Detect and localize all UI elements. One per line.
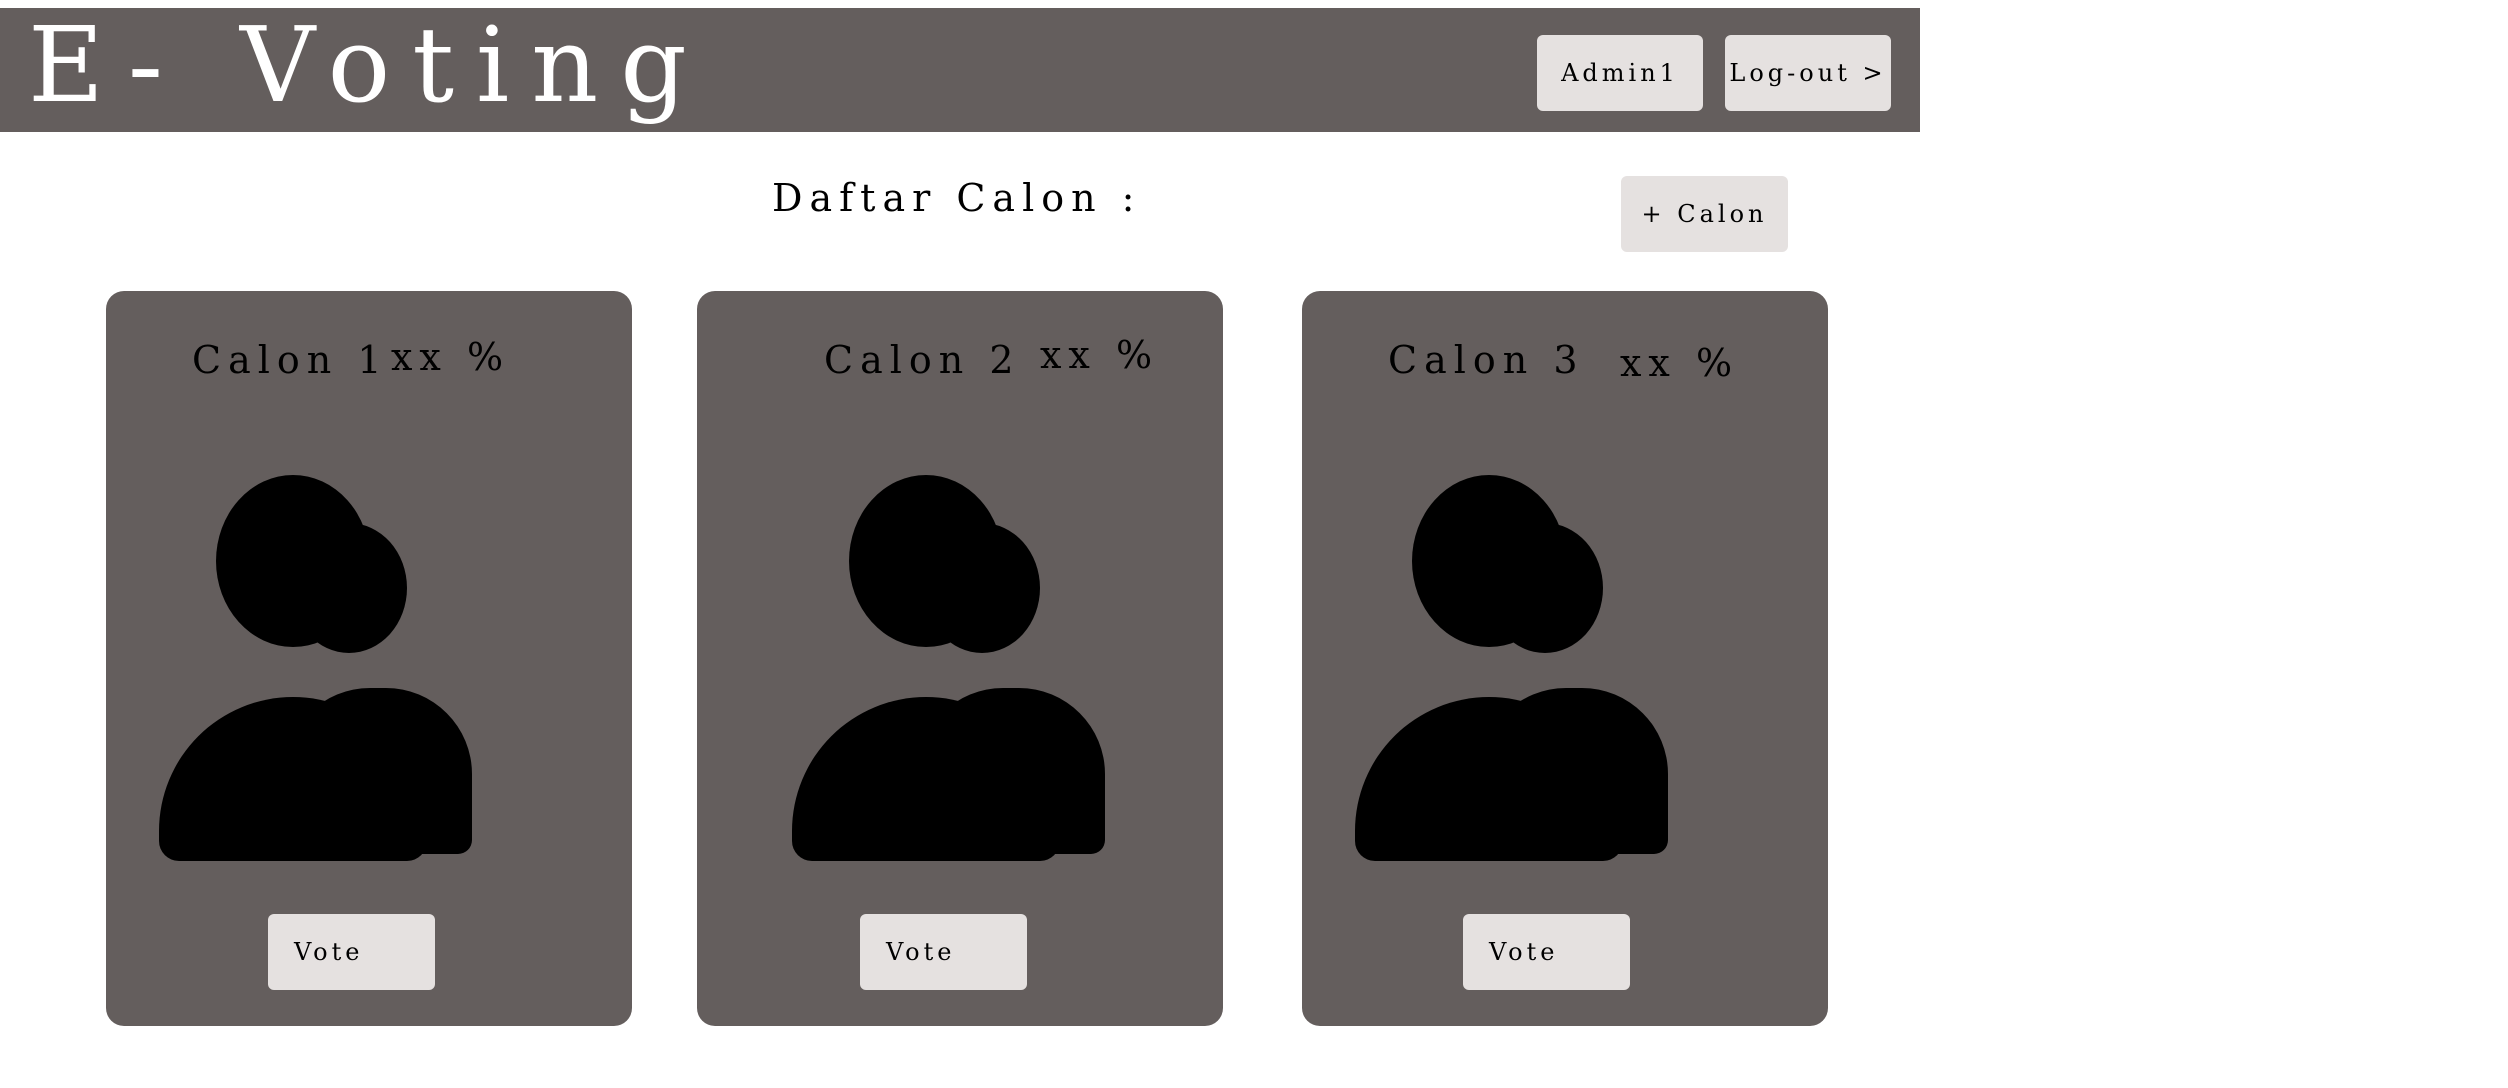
- app-header: E- Voting Admin1 Log-out >: [0, 8, 1920, 132]
- vote-button[interactable]: Vote: [1463, 914, 1630, 990]
- candidate-vote-percent: xx %: [1620, 341, 1740, 385]
- candidate-vote-percent: xx %: [1040, 333, 1160, 377]
- candidate-name: Calon 2: [824, 338, 1021, 382]
- section-title: Daftar Calon :: [772, 176, 1142, 220]
- app-title: E- Voting: [28, 4, 709, 126]
- users-icon: [1355, 475, 1668, 861]
- users-icon: [792, 475, 1105, 861]
- candidate-name: Calon 3: [1388, 338, 1585, 382]
- vote-button[interactable]: Vote: [268, 914, 435, 990]
- candidate-name: Calon 1: [192, 338, 389, 382]
- admin-account-button[interactable]: Admin1: [1537, 35, 1703, 111]
- users-icon: [159, 475, 472, 861]
- candidate-card: Calon 3 xx % Vote: [1302, 291, 1828, 1026]
- vote-button[interactable]: Vote: [860, 914, 1027, 990]
- candidate-vote-percent: xx %: [391, 335, 511, 379]
- candidate-card: Calon 1 xx % Vote: [106, 291, 632, 1026]
- candidate-card: Calon 2 xx % Vote: [697, 291, 1223, 1026]
- add-candidate-button[interactable]: + Calon: [1621, 176, 1788, 252]
- logout-button[interactable]: Log-out >: [1725, 35, 1891, 111]
